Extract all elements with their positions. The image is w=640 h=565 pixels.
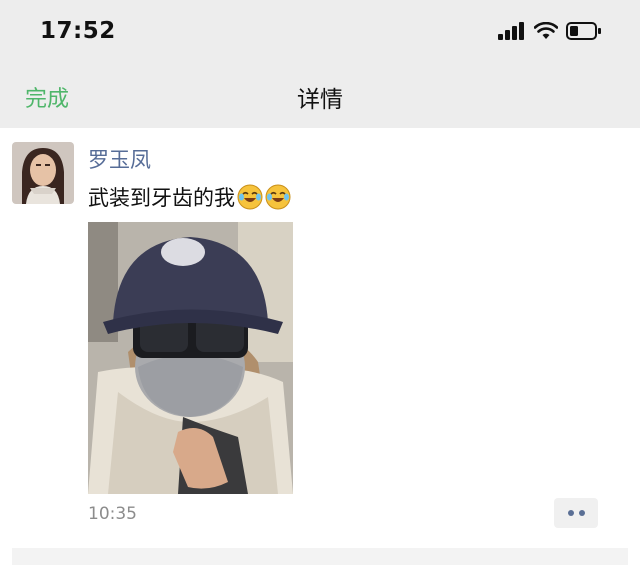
status-time: 17:52 [40, 18, 116, 44]
comment-area [12, 548, 628, 565]
dot-icon [567, 510, 574, 516]
nav-bar: 完成 详情 [0, 64, 640, 128]
laugh-cry-emoji-icon [265, 184, 291, 210]
page-title: 详情 [297, 87, 343, 113]
post-photo[interactable] [88, 222, 293, 494]
post-time: 10:35 [88, 504, 137, 524]
battery-icon [566, 22, 601, 40]
status-icons [498, 22, 602, 40]
laugh-cry-emoji-icon [237, 184, 263, 210]
post-username[interactable]: 罗玉凤 [88, 144, 151, 174]
post-text: 武装到牙齿的我 [88, 186, 235, 210]
avatar[interactable] [12, 142, 74, 204]
dot-icon [578, 510, 585, 516]
more-actions-button[interactable] [554, 498, 598, 528]
post-text-row: 武装到牙齿的我 [88, 182, 291, 212]
wifi-icon [534, 22, 558, 39]
signal-icon [498, 22, 524, 40]
moment-post: 罗玉凤 武装到牙齿的我 10:35 [0, 128, 640, 565]
status-bar: 17:52 [0, 0, 640, 64]
